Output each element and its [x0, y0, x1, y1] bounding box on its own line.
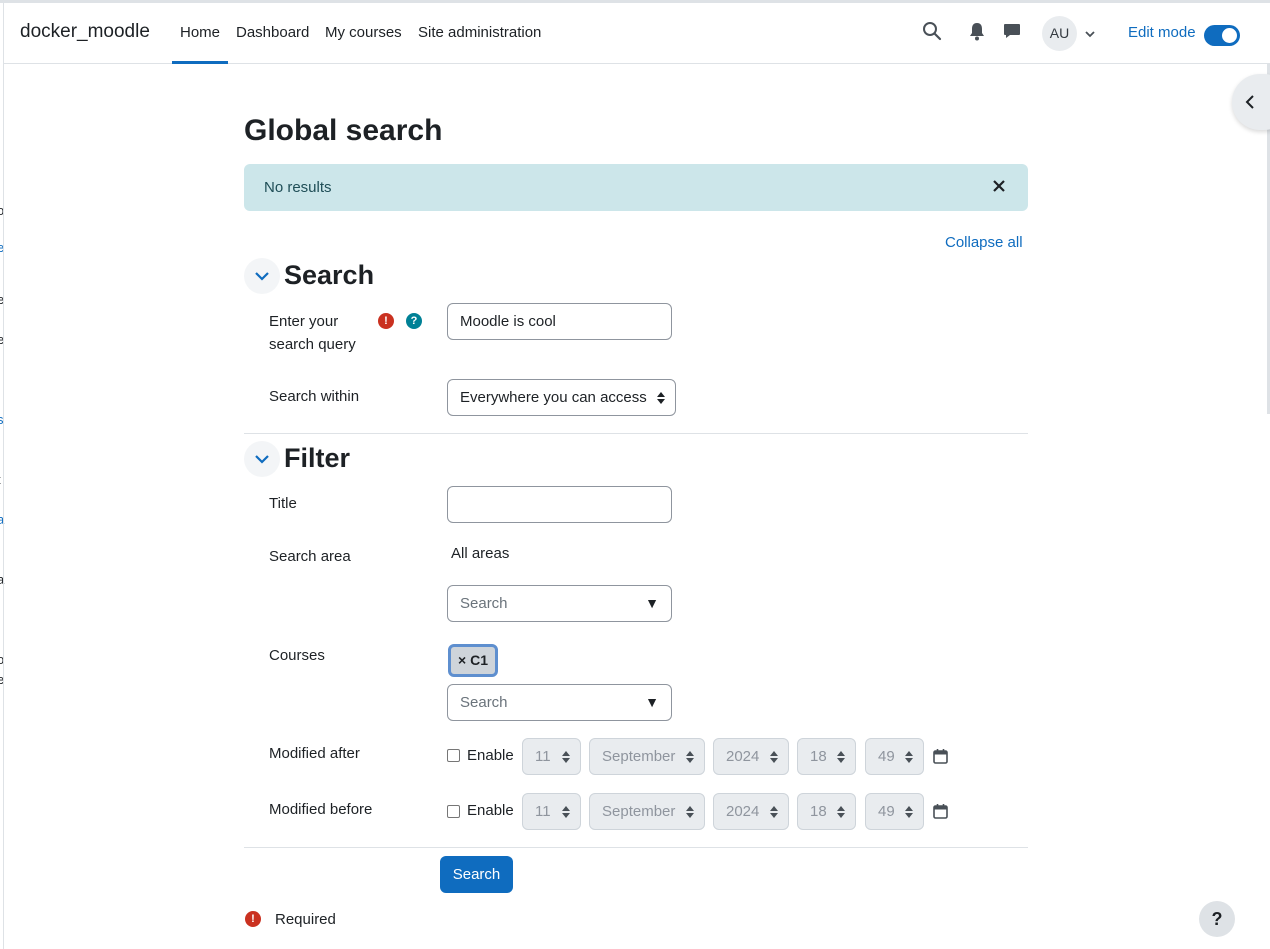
- search-within-label: Search within: [269, 388, 360, 405]
- modified-before-month-select[interactable]: September: [589, 793, 705, 830]
- required-legend-text: Required: [275, 911, 336, 928]
- page-title: Global search: [244, 114, 443, 147]
- select-arrows-icon: [770, 751, 778, 763]
- chevron-down-icon: [255, 272, 269, 281]
- section-divider: [244, 433, 1028, 434]
- edit-mode-label: Edit mode: [1128, 24, 1196, 41]
- calendar-icon[interactable]: [933, 803, 948, 819]
- form-actions-divider: [244, 847, 1028, 848]
- month-value: September: [602, 803, 676, 820]
- modified-before-minute-select[interactable]: 49: [865, 793, 924, 830]
- search-within-select[interactable]: Everywhere you can access: [447, 379, 676, 416]
- modified-before-label: Modified before: [269, 801, 373, 818]
- search-submit-button[interactable]: Search: [440, 856, 513, 893]
- help-button[interactable]: ?: [1199, 901, 1235, 937]
- modified-before-hour-select[interactable]: 18: [797, 793, 856, 830]
- courses-label: Courses: [269, 647, 325, 664]
- select-arrows-icon: [562, 806, 570, 818]
- modified-after-hour-select[interactable]: 18: [797, 738, 856, 775]
- modified-after-enable-checkbox[interactable]: [447, 749, 460, 762]
- calendar-icon[interactable]: [933, 748, 948, 764]
- select-arrows-icon: [837, 751, 845, 763]
- user-avatar[interactable]: AU: [1042, 16, 1077, 51]
- search-query-input[interactable]: Moodle is cool: [447, 303, 672, 340]
- bell-icon[interactable]: [968, 21, 990, 45]
- select-arrows-icon: [562, 751, 570, 763]
- select-arrows-icon: [837, 806, 845, 818]
- select-arrows-icon: [686, 806, 694, 818]
- filter-section-toggle[interactable]: [244, 441, 280, 477]
- select-arrows-icon: [657, 392, 665, 404]
- required-marker: !: [245, 911, 261, 927]
- required-icon: !: [378, 313, 394, 329]
- modified-after-day-select[interactable]: 11: [522, 738, 581, 775]
- filter-section-title: Filter: [284, 443, 351, 473]
- messages-icon[interactable]: [1003, 21, 1025, 45]
- modified-after-year-select[interactable]: 2024: [713, 738, 789, 775]
- nav-site-administration[interactable]: Site administration: [418, 24, 541, 41]
- close-icon[interactable]: [992, 179, 1008, 195]
- modified-before-year-select[interactable]: 2024: [713, 793, 789, 830]
- nav-my-courses[interactable]: My courses: [325, 24, 402, 41]
- dropdown-arrow-icon[interactable]: ▼: [645, 586, 659, 621]
- site-brand[interactable]: docker_moodle: [20, 21, 150, 43]
- nav-dashboard[interactable]: Dashboard: [236, 24, 309, 41]
- search-within-value: Everywhere you can access: [460, 389, 647, 406]
- search-area-selection: All areas: [451, 545, 510, 562]
- day-value: 11: [535, 748, 551, 765]
- open-block-drawer-button[interactable]: [1232, 74, 1270, 130]
- course-badge-c1[interactable]: × C1: [448, 644, 498, 677]
- month-value: September: [602, 748, 676, 765]
- dropdown-arrow-icon[interactable]: ▼: [645, 685, 659, 720]
- minute-value: 49: [878, 748, 895, 765]
- edit-mode-toggle[interactable]: [1204, 25, 1240, 46]
- help-icon[interactable]: ?: [406, 313, 422, 329]
- select-arrows-icon: [770, 806, 778, 818]
- modified-after-enable-label[interactable]: Enable: [467, 747, 514, 764]
- search-query-label: Enter your search query: [269, 313, 356, 353]
- day-value: 11: [535, 803, 551, 820]
- modified-after-minute-select[interactable]: 49: [865, 738, 924, 775]
- search-section-toggle[interactable]: [244, 258, 280, 294]
- title-label: Title: [269, 495, 297, 512]
- search-icon[interactable]: [922, 21, 944, 45]
- chevron-down-icon[interactable]: [1084, 27, 1096, 39]
- search-section-title: Search: [284, 260, 375, 290]
- collapse-all-link[interactable]: Collapse all: [945, 234, 1023, 251]
- minute-value: 49: [878, 803, 895, 820]
- hour-value: 18: [810, 748, 827, 765]
- modified-before-enable-checkbox[interactable]: [447, 805, 460, 818]
- no-results-alert: No results: [244, 164, 1028, 211]
- left-drawer-edge: [0, 0, 4, 949]
- search-area-label: Search area: [269, 548, 351, 565]
- alert-text: No results: [264, 179, 332, 196]
- required-icon: !: [245, 911, 261, 927]
- modified-before-enable-label[interactable]: Enable: [467, 802, 514, 819]
- search-area-autocomplete[interactable]: Search ▼: [447, 585, 672, 622]
- nav-home[interactable]: Home: [171, 24, 229, 64]
- modified-after-month-select[interactable]: September: [589, 738, 705, 775]
- courses-placeholder: Search: [460, 694, 508, 711]
- select-arrows-icon: [905, 806, 913, 818]
- chevron-left-icon: [1245, 95, 1254, 109]
- hour-value: 18: [810, 803, 827, 820]
- courses-autocomplete[interactable]: Search ▼: [447, 684, 672, 721]
- year-value: 2024: [726, 803, 760, 820]
- modified-after-label: Modified after: [269, 745, 360, 762]
- chevron-down-icon: [255, 455, 269, 464]
- title-input[interactable]: [447, 486, 672, 523]
- top-navbar: docker_moodle Home Dashboard My courses …: [4, 3, 1270, 64]
- select-arrows-icon: [686, 751, 694, 763]
- select-arrows-icon: [905, 751, 913, 763]
- year-value: 2024: [726, 748, 760, 765]
- search-area-placeholder: Search: [460, 595, 508, 612]
- modified-before-day-select[interactable]: 11: [522, 793, 581, 830]
